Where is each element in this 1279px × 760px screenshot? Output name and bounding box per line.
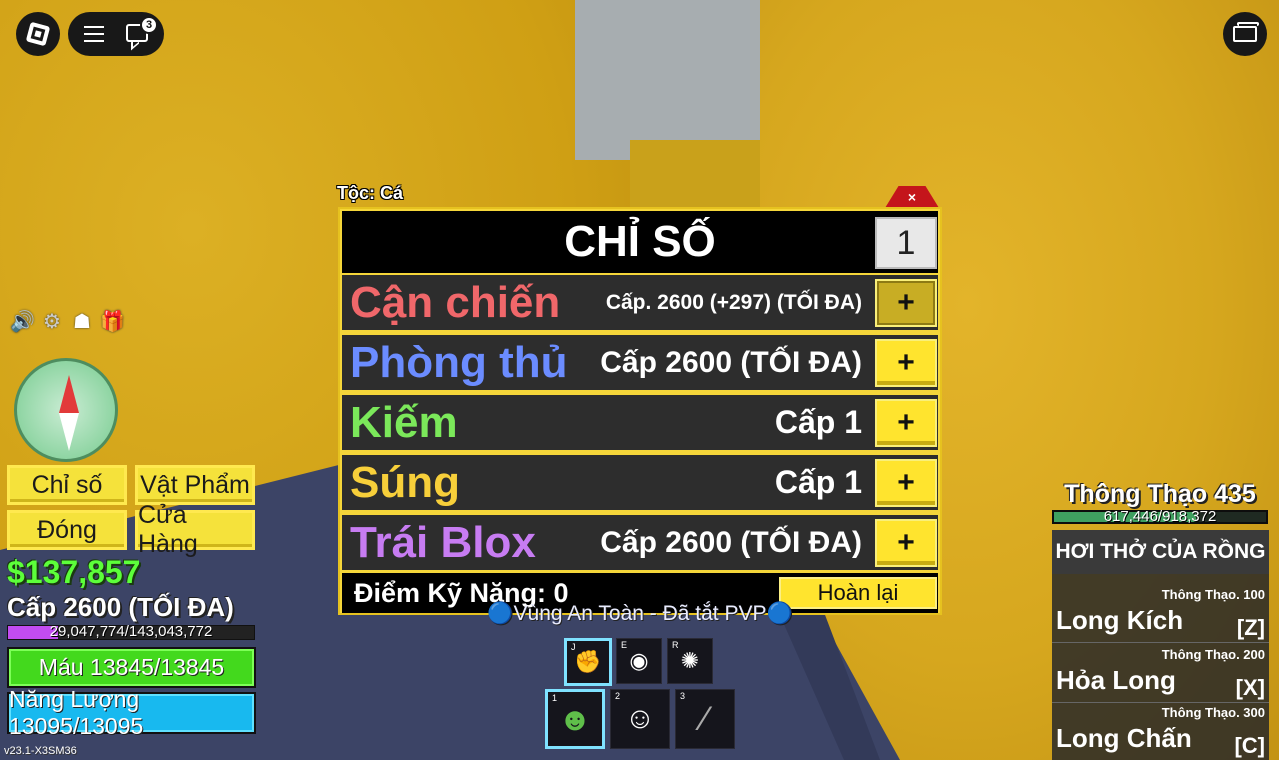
rabbit-mask-icon: ☺: [624, 702, 656, 735]
move-key: [Z]: [1236, 615, 1265, 640]
roblox-menu-button[interactable]: [16, 12, 60, 56]
inventory-button[interactable]: Vật Phẩm: [135, 465, 255, 505]
compass[interactable]: [14, 358, 118, 462]
add-gun-button[interactable]: +: [875, 459, 937, 507]
health-text: Máu 13845/13845: [38, 654, 225, 680]
ability-slot-e[interactable]: E ◉: [616, 638, 662, 684]
hotbar-slot-2[interactable]: 2 ☺: [610, 689, 670, 749]
window-icon-back: [1237, 22, 1259, 26]
window-icon: [1233, 26, 1257, 42]
move-name: Long Chấn: [1056, 723, 1192, 753]
dragon-claw-icon: ✺: [680, 648, 700, 673]
move-c[interactable]: Thông Thạo. 300 Long Chấn [C]: [1052, 703, 1269, 760]
stat-name: Kiếm: [350, 398, 458, 447]
haki-fist-icon: ✊: [574, 649, 602, 674]
add-sword-button[interactable]: +: [875, 399, 937, 447]
eye-icon: ◉: [629, 648, 649, 673]
sword-icon: ⁄: [702, 699, 708, 738]
player-level: Cấp 2600 (TỐI ĐA): [7, 592, 234, 622]
fighting-style-mastery: Thông Thạo 435: [1064, 480, 1256, 508]
mastery-bar: 617,446/918,372: [1052, 508, 1268, 525]
gift-icon[interactable]: 🎁: [100, 310, 125, 334]
move-key: [C]: [1234, 733, 1265, 758]
xp-bar: 29,047,774/143,043,772: [7, 623, 255, 640]
stat-row-gun: Súng Cấp 1 +: [342, 455, 938, 510]
chat-badge: 3: [140, 16, 158, 34]
hamburger-menu-icon[interactable]: [84, 26, 104, 42]
move-requirement: Thông Thạo. 200: [1161, 647, 1265, 662]
move-x[interactable]: Thông Thạo. 200 Hỏa Long [X]: [1052, 645, 1269, 703]
ability-slot-r[interactable]: R ✺: [667, 638, 713, 684]
add-blox-fruit-button[interactable]: +: [875, 519, 937, 567]
speaker-icon[interactable]: 🔊: [10, 310, 35, 334]
fishman-character-icon: ☻: [558, 700, 592, 737]
screenshot-menu-button[interactable]: [1223, 12, 1267, 56]
safe-zone-label: 🔵Vùng An Toàn - Đã tắt PVP🔵: [487, 602, 793, 625]
stat-name: Cận chiến: [350, 278, 561, 327]
stat-name: Phòng thủ: [350, 338, 568, 387]
stat-level: Cấp. 2600 (+297) (TỐI ĐA): [605, 291, 862, 314]
compass-needle-south: [59, 413, 79, 451]
money-amount: $137,857: [7, 554, 141, 590]
hotbar-slot-3[interactable]: 3 ⁄: [675, 689, 735, 749]
moves-panel: HƠI THỞ CỦA RỒNG Thông Thạo. 100 Long Kí…: [1052, 530, 1269, 760]
move-name: Hỏa Long: [1056, 665, 1176, 695]
xp-text: 29,047,774/143,043,772: [49, 623, 213, 640]
race-label: Tộc: Cá: [337, 183, 404, 203]
health-bar: Máu 13845/13845: [7, 647, 256, 688]
add-defense-button[interactable]: +: [875, 339, 937, 387]
close-button[interactable]: Đóng: [7, 510, 127, 550]
stat-row-blox-fruit: Trái Blox Cấp 2600 (TỐI ĐA) +: [342, 515, 938, 570]
reset-button[interactable]: Hoàn lại: [779, 577, 937, 609]
stat-level: Cấp 2600 (TỐI ĐA): [600, 526, 862, 559]
ability-slot-j[interactable]: J ✊: [564, 638, 612, 686]
shop-button[interactable]: Cửa Hàng: [135, 501, 255, 558]
crew-icon[interactable]: ☗: [70, 310, 94, 334]
gear-icon[interactable]: ⚙: [40, 310, 64, 334]
stats-button[interactable]: Chỉ số: [7, 465, 127, 505]
move-name: Long Kích: [1056, 605, 1184, 635]
roblox-logo-icon: [25, 21, 51, 47]
stat-name: Trái Blox: [350, 518, 536, 567]
energy-bar: Năng Lượng 13095/13095: [7, 686, 256, 739]
move-requirement: Thông Thạo. 100: [1161, 587, 1265, 602]
stat-level: Cấp 1: [774, 404, 862, 440]
stat-name: Súng: [350, 458, 460, 507]
stats-panel: CHỈ SỐ 1 Cận chiến Cấp. 2600 (+297) (TỐI…: [338, 207, 942, 615]
stat-row-melee: Cận chiến Cấp. 2600 (+297) (TỐI ĐA) +: [342, 275, 938, 330]
stat-row-sword: Kiếm Cấp 1 +: [342, 395, 938, 450]
compass-needle-north: [59, 375, 79, 413]
version-label: v23.1-X3SM36: [4, 745, 77, 757]
stats-title: CHỈ SỐ: [564, 217, 716, 266]
point-amount-input[interactable]: 1: [875, 217, 937, 269]
energy-text: Năng Lượng 13095/13095: [9, 686, 144, 739]
add-melee-button[interactable]: +: [875, 279, 937, 327]
move-requirement: Thông Thạo. 300: [1161, 705, 1265, 720]
stat-level: Cấp 2600 (TỐI ĐA): [600, 346, 862, 379]
stats-header: CHỈ SỐ 1: [342, 211, 938, 273]
fighting-style-title: HƠI THỞ CỦA RỒNG: [1052, 530, 1269, 574]
hotbar-slot-1[interactable]: 1 ☻: [545, 689, 605, 749]
hud-icon-row: 🔊 ⚙ ☗ 🎁: [10, 310, 125, 334]
stat-level: Cấp 1: [774, 464, 862, 500]
stat-row-defense: Phòng thủ Cấp 2600 (TỐI ĐA) +: [342, 335, 938, 390]
back-wall: [575, 0, 765, 160]
mastery-text: 617,446/918,372: [1103, 508, 1217, 525]
move-key: [X]: [1235, 675, 1265, 700]
move-z[interactable]: Thông Thạo. 100 Long Kích [Z]: [1052, 585, 1269, 643]
